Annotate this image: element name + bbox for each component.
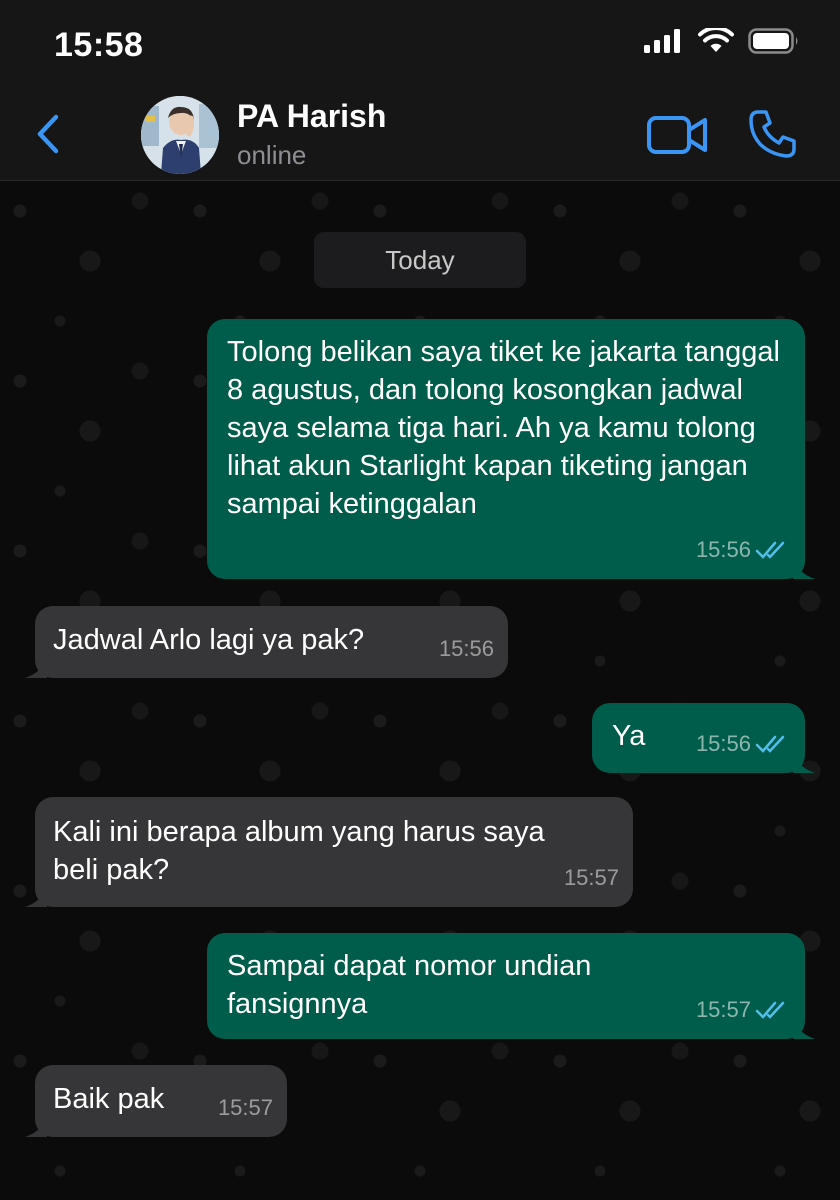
avatar[interactable] xyxy=(141,96,219,174)
message-time: 15:56 xyxy=(438,636,494,661)
date-divider: Today xyxy=(314,232,526,288)
back-button[interactable] xyxy=(28,106,68,162)
whatsapp-chat-screen: 15:58 PA Harish online Today Tolong beli… xyxy=(0,0,840,1200)
message-text: Sampai dapat nomor undian fansignnya xyxy=(227,950,592,1020)
bubble-tail xyxy=(793,1017,815,1039)
bubble-tail xyxy=(25,885,47,907)
status-time: 15:58 xyxy=(54,26,144,64)
message-time: 15:56 xyxy=(695,537,751,562)
wifi-icon xyxy=(698,28,734,52)
message-list[interactable]: Today Tolong belikan saya tiket ke jakar… xyxy=(0,181,840,1200)
signal-icon xyxy=(644,29,680,53)
contact-photo xyxy=(141,96,219,174)
message-meta: 15:57 xyxy=(696,991,791,1029)
read-ticks-icon xyxy=(755,541,785,559)
bubble-tail xyxy=(793,557,815,579)
message-bubble-incoming[interactable]: Baik pak 15:57 xyxy=(25,1065,287,1137)
video-camera-icon xyxy=(647,116,707,154)
contact-name[interactable]: PA Harish xyxy=(237,98,386,135)
message-bubble-outgoing[interactable]: Tolong belikan saya tiket ke jakarta tan… xyxy=(207,319,815,579)
status-bar: 15:58 xyxy=(0,0,840,88)
video-call-button[interactable] xyxy=(646,112,710,158)
message-bubble-incoming[interactable]: Jadwal Arlo lagi ya pak? 15:56 xyxy=(25,606,508,678)
battery-icon xyxy=(748,28,798,54)
phone-icon xyxy=(749,110,796,158)
message-meta: 15:57 xyxy=(564,859,619,897)
message-time: 15:57 xyxy=(695,997,751,1022)
message-bubble-outgoing[interactable]: Sampai dapat nomor undian fansignnya 15:… xyxy=(207,933,815,1039)
message-meta: 15:56 xyxy=(439,630,494,668)
message-time: 15:56 xyxy=(695,731,751,756)
contact-status: online xyxy=(237,140,307,170)
bubble-tail xyxy=(25,656,47,678)
chat-header: PA Harish online xyxy=(0,88,840,181)
message-time: 15:57 xyxy=(217,1095,273,1120)
message-meta: 15:57 xyxy=(218,1089,273,1127)
message-text: Kali ini berapa album yang harus saya be… xyxy=(53,816,545,886)
message-time: 15:57 xyxy=(563,865,619,890)
message-text: Jadwal Arlo lagi ya pak? xyxy=(53,624,365,656)
voice-call-button[interactable] xyxy=(746,106,802,162)
bubble-tail xyxy=(25,1115,47,1137)
read-ticks-icon xyxy=(755,1001,785,1019)
message-text: Tolong belikan saya tiket ke jakarta tan… xyxy=(227,336,780,520)
message-meta: 15:56 xyxy=(696,725,791,763)
chevron-left-icon xyxy=(37,114,59,154)
message-meta: 15:56 xyxy=(696,531,791,569)
status-icons xyxy=(644,28,800,54)
message-bubble-incoming[interactable]: Kali ini berapa album yang harus saya be… xyxy=(25,797,633,907)
read-ticks-icon xyxy=(755,735,785,753)
bubble-tail xyxy=(793,751,815,773)
message-bubble-outgoing[interactable]: Ya 15:56 xyxy=(592,703,815,773)
